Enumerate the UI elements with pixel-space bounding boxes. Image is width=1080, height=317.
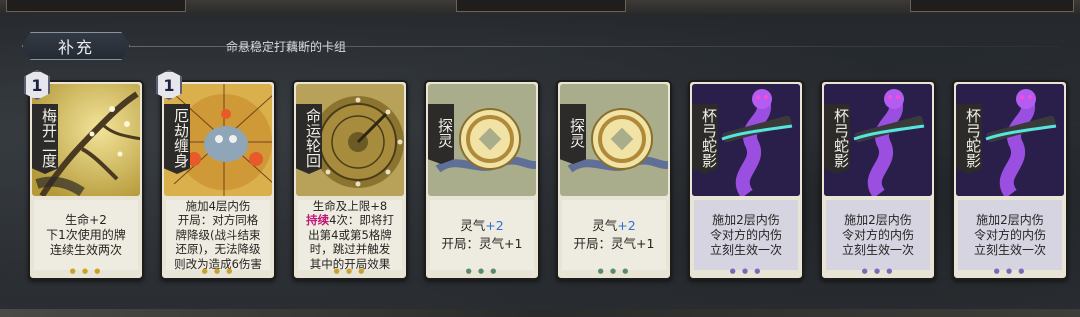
card-beigong-sheying[interactable]: 杯弓蛇影 施加2层内伤 令对方的内伤 立刻生效一次 ● ● ● bbox=[952, 80, 1068, 280]
desc-line: 生命及上限+8 bbox=[312, 198, 388, 213]
desc-line: 立刻生效一次 bbox=[973, 242, 1046, 257]
desc-line: 施加2层内伤 bbox=[712, 212, 780, 227]
top-tab bbox=[910, 0, 1074, 12]
card-description: 生命+2 下1次使用的牌 连续生效两次 bbox=[34, 200, 138, 270]
card-name: 杯弓蛇影 bbox=[956, 104, 982, 174]
desc-line: 令对方的内伤 bbox=[709, 227, 782, 242]
card-dots: ● ● ● bbox=[729, 267, 763, 275]
desc-text: 灵气 bbox=[592, 218, 618, 233]
desc-line: 灵气+2 bbox=[592, 217, 635, 235]
card-dots: ● ● ● bbox=[333, 267, 367, 275]
card-beigong-sheying[interactable]: 杯弓蛇影 施加2层内伤 令对方的内伤 立刻生效一次 ● ● ● bbox=[820, 80, 936, 280]
card-description: 灵气+2 开局：灵气+1 bbox=[562, 200, 666, 270]
card-dots: ● ● ● bbox=[993, 267, 1027, 275]
card-description: 施加2层内伤 令对方的内伤 立刻生效一次 bbox=[694, 200, 798, 270]
top-tab bbox=[6, 0, 186, 12]
desc-line: 施加4层内伤 bbox=[185, 198, 251, 213]
section-header: 补充 bbox=[22, 32, 130, 60]
desc-line: 时，跳过并触发 bbox=[309, 242, 391, 257]
desc-line: 出第4或第5格牌 bbox=[308, 227, 392, 242]
card-name: 梅开二度 bbox=[32, 104, 58, 174]
desc-line: 持续4次：即将打 bbox=[306, 213, 394, 228]
card-description: 生命及上限+8 持续4次：即将打 出第4或第5格牌 时，跳过并触发 其中的开局效… bbox=[298, 198, 402, 271]
card-meikai-erdu[interactable]: 梅开二度 生命+2 下1次使用的牌 连续生效两次 ● ● ● bbox=[28, 80, 144, 280]
keyword-persist: 持续 bbox=[306, 213, 330, 228]
desc-text: 灵气 bbox=[460, 218, 486, 233]
card-name: 探灵 bbox=[428, 104, 454, 164]
card-tanling[interactable]: 探灵 灵气+2 开局：灵气+1 ● ● ● bbox=[556, 80, 672, 280]
desc-line: 牌降级(战斗结束 bbox=[175, 227, 261, 242]
desc-line: 下1次使用的牌 bbox=[46, 227, 126, 242]
desc-line: 开局：灵气+1 bbox=[441, 236, 523, 251]
card-name: 杯弓蛇影 bbox=[824, 104, 850, 174]
desc-line: 连续生效两次 bbox=[49, 242, 122, 257]
card-description: 灵气+2 开局：灵气+1 bbox=[430, 200, 534, 270]
desc-text: 4次：即将打 bbox=[329, 213, 394, 228]
card-name: 命运轮回 bbox=[296, 104, 322, 174]
card-name: 厄劫缠身 bbox=[164, 104, 190, 174]
desc-line: 生命+2 bbox=[65, 212, 107, 227]
card-dots: ● ● ● bbox=[69, 267, 103, 275]
card-dots: ● ● ● bbox=[201, 267, 235, 275]
card-description: 施加4层内伤 开局：对方同格 牌降级(战斗结束 还原)，无法降级 则改为造成6伤… bbox=[166, 198, 270, 271]
section-subtitle: 命悬稳定打藕断的卡组 bbox=[226, 40, 347, 54]
desc-line: 令对方的内伤 bbox=[841, 227, 914, 242]
card-name: 杯弓蛇影 bbox=[692, 104, 718, 174]
section-title: 补充 bbox=[57, 38, 94, 57]
bottom-strip bbox=[0, 309, 1080, 317]
desc-line: 施加2层内伤 bbox=[844, 212, 912, 227]
top-strip bbox=[0, 0, 1080, 14]
desc-value: +2 bbox=[485, 218, 504, 233]
top-tab bbox=[456, 0, 626, 12]
card-beigong-sheying[interactable]: 杯弓蛇影 施加2层内伤 令对方的内伤 立刻生效一次 ● ● ● bbox=[688, 80, 804, 280]
card-description: 施加2层内伤 令对方的内伤 立刻生效一次 bbox=[958, 200, 1062, 270]
desc-line: 开局：对方同格 bbox=[177, 213, 259, 228]
desc-line: 立刻生效一次 bbox=[709, 242, 782, 257]
card-description: 施加2层内伤 令对方的内伤 立刻生效一次 bbox=[826, 200, 930, 270]
desc-line: 令对方的内伤 bbox=[973, 227, 1046, 242]
desc-line: 灵气+2 bbox=[460, 217, 503, 235]
desc-value: +2 bbox=[617, 218, 636, 233]
card-tanling[interactable]: 探灵 灵气+2 开局：灵气+1 ● ● ● bbox=[424, 80, 540, 280]
desc-line: 立刻生效一次 bbox=[841, 242, 914, 257]
card-mingyun-lunhui[interactable]: 命运轮回 生命及上限+8 持续4次：即将打 出第4或第5格牌 时，跳过并触发 其… bbox=[292, 80, 408, 280]
card-dots: ● ● ● bbox=[597, 267, 631, 275]
desc-line: 还原)，无法降级 bbox=[175, 242, 261, 257]
desc-line: 施加2层内伤 bbox=[976, 212, 1044, 227]
card-ejie-chanshen[interactable]: 厄劫缠身 施加4层内伤 开局：对方同格 牌降级(战斗结束 还原)，无法降级 则改… bbox=[160, 80, 276, 280]
card-dots: ● ● ● bbox=[861, 267, 895, 275]
desc-line: 开局：灵气+1 bbox=[573, 236, 655, 251]
card-dots: ● ● ● bbox=[465, 267, 499, 275]
card-name: 探灵 bbox=[560, 104, 586, 164]
